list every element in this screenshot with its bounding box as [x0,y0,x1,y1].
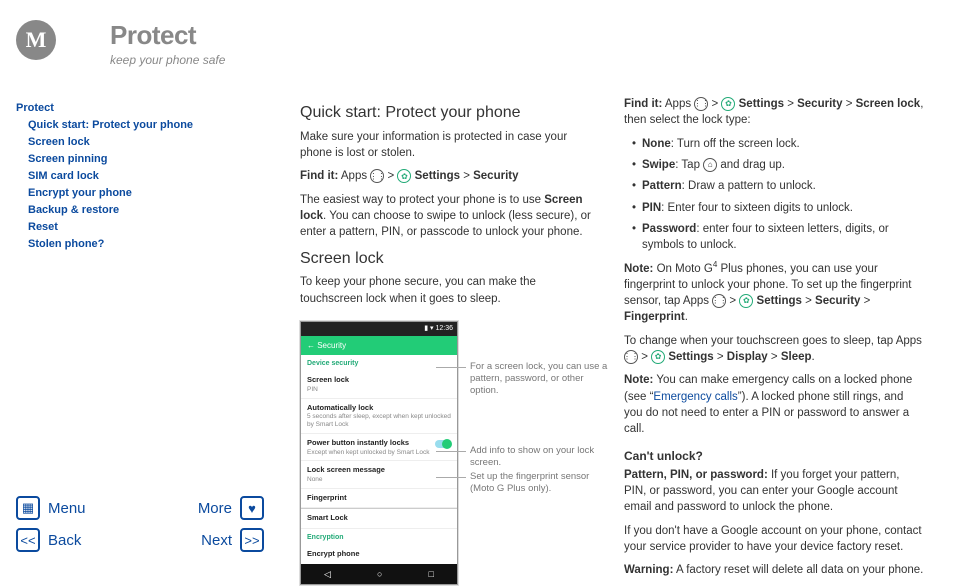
more-button[interactable]: More♥ [198,496,264,520]
intro-text: Make sure your information is protected … [300,129,600,162]
table-of-contents: Protect Quick start: Protect your phone … [16,100,264,253]
gear-icon: ✿ [721,97,735,111]
apps-icon: ⋮⋮ [694,97,708,111]
back-button[interactable]: <<Back [16,528,81,552]
easiest-text: The easiest way to protect your phone is… [300,192,600,241]
emergency-link[interactable]: Emergency calls [653,391,737,403]
list-item: Password: enter four to sixteen letters,… [632,221,924,254]
page-title: Protect [110,20,225,51]
toggle-on-icon [435,440,451,448]
callout-1: For a screen lock, you can use a pattern… [470,361,610,397]
toc-item[interactable]: Backup & restore [16,202,264,219]
forgot-text: Pattern, PIN, or password: If you forget… [624,467,924,516]
toc-item[interactable]: Quick start: Protect your phone [16,117,264,134]
motorola-logo: M [16,20,56,60]
row-power-lock: Power button instantly locksExcept when … [301,434,457,461]
status-bar: ▮ ▾ 12:36 [301,322,457,336]
warning-text: Warning: A factory reset will delete all… [624,562,924,578]
lock-type-list: None: Turn off the screen lock. Swipe: T… [624,136,924,254]
list-item: Swipe: Tap ⌂ and drag up. [632,157,924,173]
list-item: Pattern: Draw a pattern to unlock. [632,178,924,194]
gear-icon: ✿ [397,169,411,183]
heading-quickstart: Quick start: Protect your phone [300,102,600,125]
row-smart-lock: Smart Lock [301,508,457,529]
android-navbar: ◁ ○ □ [301,564,457,585]
gear-icon: ✿ [651,350,665,364]
note-emergency: Note: You can make emergency calls on a … [624,372,924,437]
note-fingerprint: Note: On Moto G4 Plus phones, you can us… [624,259,924,326]
next-icon: >> [240,528,264,552]
nav-buttons: ▦Menu More♥ <<Back Next>> [16,488,264,552]
toc-item[interactable]: Screen pinning [16,151,264,168]
app-bar: ← Security [301,336,457,355]
heading-cant-unlock: Can't unlock? [624,448,924,465]
logo-glyph: M [26,27,47,53]
row-encrypt: Encrypt phone [301,545,457,564]
recent-nav-icon: □ [429,568,434,581]
heading-screenlock: Screen lock [300,248,600,271]
toc-head[interactable]: Protect [16,100,264,117]
toc-item[interactable]: Stolen phone? [16,236,264,253]
list-item: PIN: Enter four to sixteen digits to unl… [632,200,924,216]
page-subtitle: keep your phone safe [110,53,225,67]
section-device-security: Device security [301,355,457,371]
row-auto-lock: Automatically lock5 seconds after sleep,… [301,399,457,434]
findit-line-2: Find it: Apps ⋮⋮ > ✿ Settings > Security… [624,96,924,129]
apps-icon: ⋮⋮ [370,169,384,183]
row-fingerprint: Fingerprint [301,489,457,509]
row-lock-msg: Lock screen messageNone [301,461,457,488]
lock-icon: ⌂ [703,158,717,172]
apps-icon: ⋮⋮ [712,294,726,308]
row-screen-lock: Screen lockPIN [301,371,457,398]
sleep-text: To change when your touchscreen goes to … [624,333,924,366]
back-nav-icon: ◁ [324,568,331,581]
menu-button[interactable]: ▦Menu [16,496,86,520]
toc-item[interactable]: Reset [16,219,264,236]
list-item: None: Turn off the screen lock. [632,136,924,152]
left-rail: M Protect Quick start: Protect your phon… [0,0,280,576]
prev-icon: << [16,528,40,552]
phone-mockup: ▮ ▾ 12:36 ← Security Device security Scr… [300,321,458,585]
column-2: Find it: Apps ⋮⋮ > ✿ Settings > Security… [624,96,924,586]
grid-icon: ▦ [16,496,40,520]
no-google-text: If you don't have a Google account on yo… [624,523,924,556]
findit-line: Find it: Apps ⋮⋮ > ✿ Settings > Security [300,168,600,184]
callout-3: Set up the fingerprint sensor (Moto G Pl… [470,471,610,495]
next-button[interactable]: Next>> [201,528,264,552]
home-nav-icon: ○ [377,568,382,581]
toc-item[interactable]: Screen lock [16,134,264,151]
apps-icon: ⋮⋮ [624,350,638,364]
toc-item[interactable]: Encrypt your phone [16,185,264,202]
screenlock-text: To keep your phone secure, you can make … [300,274,600,307]
gear-icon: ✿ [739,294,753,308]
toc-item[interactable]: SIM card lock [16,168,264,185]
page-header: Protect keep your phone safe [110,20,225,67]
heart-icon: ♥ [240,496,264,520]
phone-illustration-wrap: ▮ ▾ 12:36 ← Security Device security Scr… [300,321,600,585]
callout-2: Add info to show on your lock screen. [470,445,610,469]
section-encryption: Encryption [301,529,457,545]
column-1: Quick start: Protect your phone Make sur… [300,96,600,586]
main-content: Quick start: Protect your phone Make sur… [300,96,938,586]
